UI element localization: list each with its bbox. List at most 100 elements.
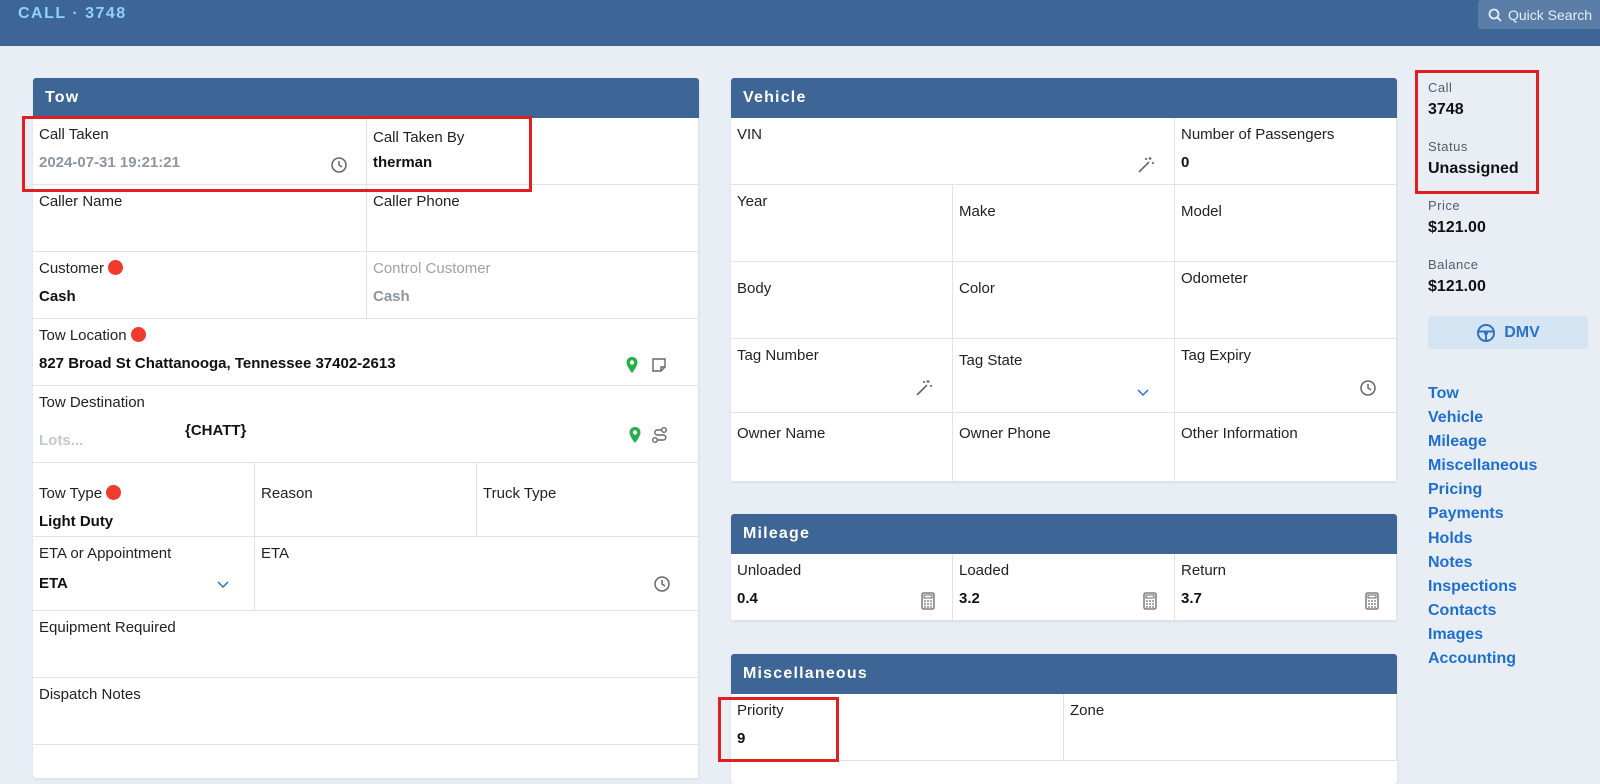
eta-field[interactable]: ETA [255, 537, 699, 611]
caller-name-label: Caller Name [39, 193, 123, 210]
zone-field[interactable]: Zone [1064, 694, 1397, 761]
vin-field[interactable]: VIN [731, 118, 1175, 185]
clock-icon[interactable] [330, 156, 348, 174]
tag-state-select[interactable]: Tag State [953, 339, 1175, 413]
tow-location-field[interactable]: Tow Location 827 Broad St Chattanooga, T… [33, 319, 699, 386]
clock-icon[interactable] [1359, 379, 1377, 397]
calculator-icon[interactable] [1143, 592, 1157, 610]
equipment-required-field[interactable]: Equipment Required [33, 611, 699, 678]
truck-type-label: Truck Type [483, 485, 557, 502]
body-label: Body [737, 280, 772, 297]
loaded-label: Loaded [959, 562, 1010, 579]
customer-field[interactable]: Customer Cash [33, 252, 367, 319]
owner-name-label: Owner Name [737, 425, 826, 442]
priority-label: Priority [737, 702, 784, 719]
customer-label-text: Customer [39, 260, 105, 277]
passengers-field[interactable]: Number of Passengers 0 [1175, 118, 1397, 185]
odometer-field[interactable]: Odometer [1175, 262, 1397, 339]
tow-destination-field[interactable]: Tow Destination Lots... {CHATT} [33, 386, 699, 463]
magic-wand-icon[interactable] [915, 379, 933, 397]
tag-number-field[interactable]: Tag Number [731, 339, 953, 413]
chevron-down-icon[interactable] [217, 581, 229, 589]
return-value: 3.7 [1181, 590, 1202, 607]
make-label: Make [959, 203, 996, 220]
truck-type-field[interactable]: Truck Type [477, 463, 699, 537]
tow-type-label: Tow Type [39, 483, 248, 505]
search-icon [1488, 8, 1502, 22]
note-icon[interactable] [651, 357, 667, 373]
reason-field[interactable]: Reason [255, 463, 477, 537]
caller-phone-label: Caller Phone [373, 193, 460, 210]
calculator-icon[interactable] [921, 592, 935, 610]
nav-link-vehicle[interactable]: Vehicle [1428, 406, 1537, 430]
owner-name-field[interactable]: Owner Name [731, 413, 953, 482]
call-taken-by-field[interactable]: Call Taken By therman [367, 118, 699, 185]
eta-or-appointment-value: ETA [39, 575, 68, 592]
nav-link-images[interactable]: Images [1428, 623, 1537, 647]
nav-link-accounting[interactable]: Accounting [1428, 647, 1537, 671]
priority-field[interactable]: Priority 9 [731, 694, 1064, 761]
magic-wand-icon[interactable] [1137, 156, 1155, 174]
eta-or-appointment-select[interactable]: ETA or Appointment ETA [33, 537, 255, 611]
nav-link-miscellaneous[interactable]: Miscellaneous [1428, 454, 1537, 478]
tag-expiry-field[interactable]: Tag Expiry [1175, 339, 1397, 413]
tow-panel-header: Tow [33, 78, 699, 118]
clock-icon[interactable] [653, 575, 671, 593]
dispatch-notes-field[interactable]: Dispatch Notes [33, 678, 699, 745]
nav-link-pricing[interactable]: Pricing [1428, 478, 1537, 502]
status-value: Unassigned [1428, 160, 1519, 177]
quick-search-label: Quick Search [1508, 6, 1593, 23]
call-taken-by-value: therman [373, 154, 433, 171]
map-pin-icon[interactable] [628, 426, 642, 444]
quick-search-button[interactable]: Quick Search [1478, 0, 1600, 29]
owner-phone-label: Owner Phone [959, 425, 1051, 442]
tow-panel: Tow Call Taken 2024-07-31 19:21:21 Call … [33, 78, 699, 778]
route-icon[interactable] [651, 426, 669, 444]
other-information-field[interactable]: Other Information [1175, 413, 1397, 482]
vehicle-panel-header: Vehicle [731, 78, 1397, 118]
odometer-label: Odometer [1181, 270, 1248, 287]
miscellaneous-panel: Miscellaneous Priority 9 Zone [731, 654, 1397, 784]
nav-link-contacts[interactable]: Contacts [1428, 599, 1537, 623]
caller-phone-field[interactable]: Caller Phone [367, 185, 699, 252]
color-field[interactable]: Color [953, 262, 1175, 339]
tow-destination-value: {CHATT} [185, 422, 247, 439]
tow-destination-placeholder: Lots... [39, 432, 84, 449]
year-field[interactable]: Year [731, 185, 953, 262]
control-customer-value: Cash [373, 288, 410, 305]
eta-or-appointment-label: ETA or Appointment [39, 545, 172, 562]
control-customer-field: Control Customer Cash [367, 252, 699, 319]
tow-type-field[interactable]: Tow Type Light Duty [33, 463, 255, 537]
section-nav: Tow Vehicle Mileage Miscellaneous Pricin… [1428, 382, 1537, 671]
caller-name-field[interactable]: Caller Name [33, 185, 367, 252]
required-indicator-icon [106, 485, 122, 500]
tag-number-label: Tag Number [737, 347, 819, 364]
tag-expiry-label: Tag Expiry [1181, 347, 1252, 364]
make-field[interactable]: Make [953, 185, 1175, 262]
nav-link-tow[interactable]: Tow [1428, 382, 1537, 406]
unloaded-field[interactable]: Unloaded 0.4 [731, 554, 953, 621]
dmv-button[interactable]: DMV [1428, 316, 1588, 349]
nav-link-inspections[interactable]: Inspections [1428, 575, 1537, 599]
nav-link-payments[interactable]: Payments [1428, 502, 1537, 526]
reason-label: Reason [261, 485, 313, 502]
model-field[interactable]: Model [1175, 185, 1397, 262]
zone-label: Zone [1070, 702, 1105, 719]
balance-label: Balance [1428, 257, 1479, 272]
return-field[interactable]: Return 3.7 [1175, 554, 1397, 621]
passengers-value: 0 [1181, 154, 1190, 171]
map-pin-icon[interactable] [625, 356, 639, 374]
priority-value: 9 [737, 730, 746, 747]
nav-link-mileage[interactable]: Mileage [1428, 430, 1537, 454]
chevron-down-icon[interactable] [1137, 389, 1149, 397]
calculator-icon[interactable] [1365, 592, 1379, 610]
owner-phone-field[interactable]: Owner Phone [953, 413, 1175, 482]
call-taken-field[interactable]: Call Taken 2024-07-31 19:21:21 [33, 118, 367, 185]
equipment-required-label: Equipment Required [39, 619, 176, 636]
nav-link-notes[interactable]: Notes [1428, 551, 1537, 575]
body-field[interactable]: Body [731, 262, 953, 339]
nav-link-holds[interactable]: Holds [1428, 527, 1537, 551]
loaded-field[interactable]: Loaded 3.2 [953, 554, 1175, 621]
unloaded-value: 0.4 [737, 590, 758, 607]
unloaded-label: Unloaded [737, 562, 802, 579]
